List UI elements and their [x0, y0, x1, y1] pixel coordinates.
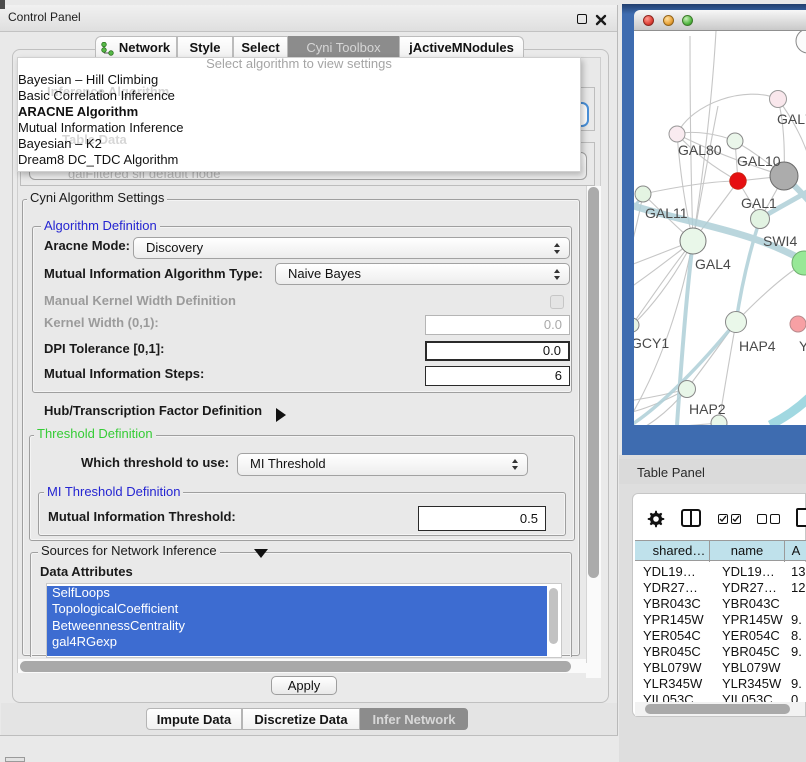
svg-text:HAP2: HAP2	[689, 401, 726, 417]
svg-text:HAP4: HAP4	[739, 338, 776, 354]
svg-text:GAL10: GAL10	[737, 153, 781, 169]
svg-text:GAL80: GAL80	[678, 142, 722, 158]
svg-text:SWI4: SWI4	[763, 233, 797, 249]
svg-text:GAL4: GAL4	[695, 256, 731, 272]
svg-text:YD: YD	[799, 338, 806, 354]
svg-text:GAL1: GAL1	[741, 195, 777, 211]
svg-text:GCY1: GCY1	[634, 335, 669, 351]
svg-text:GAL11: GAL11	[645, 205, 688, 221]
svg-text:GAL7: GAL7	[777, 111, 806, 127]
